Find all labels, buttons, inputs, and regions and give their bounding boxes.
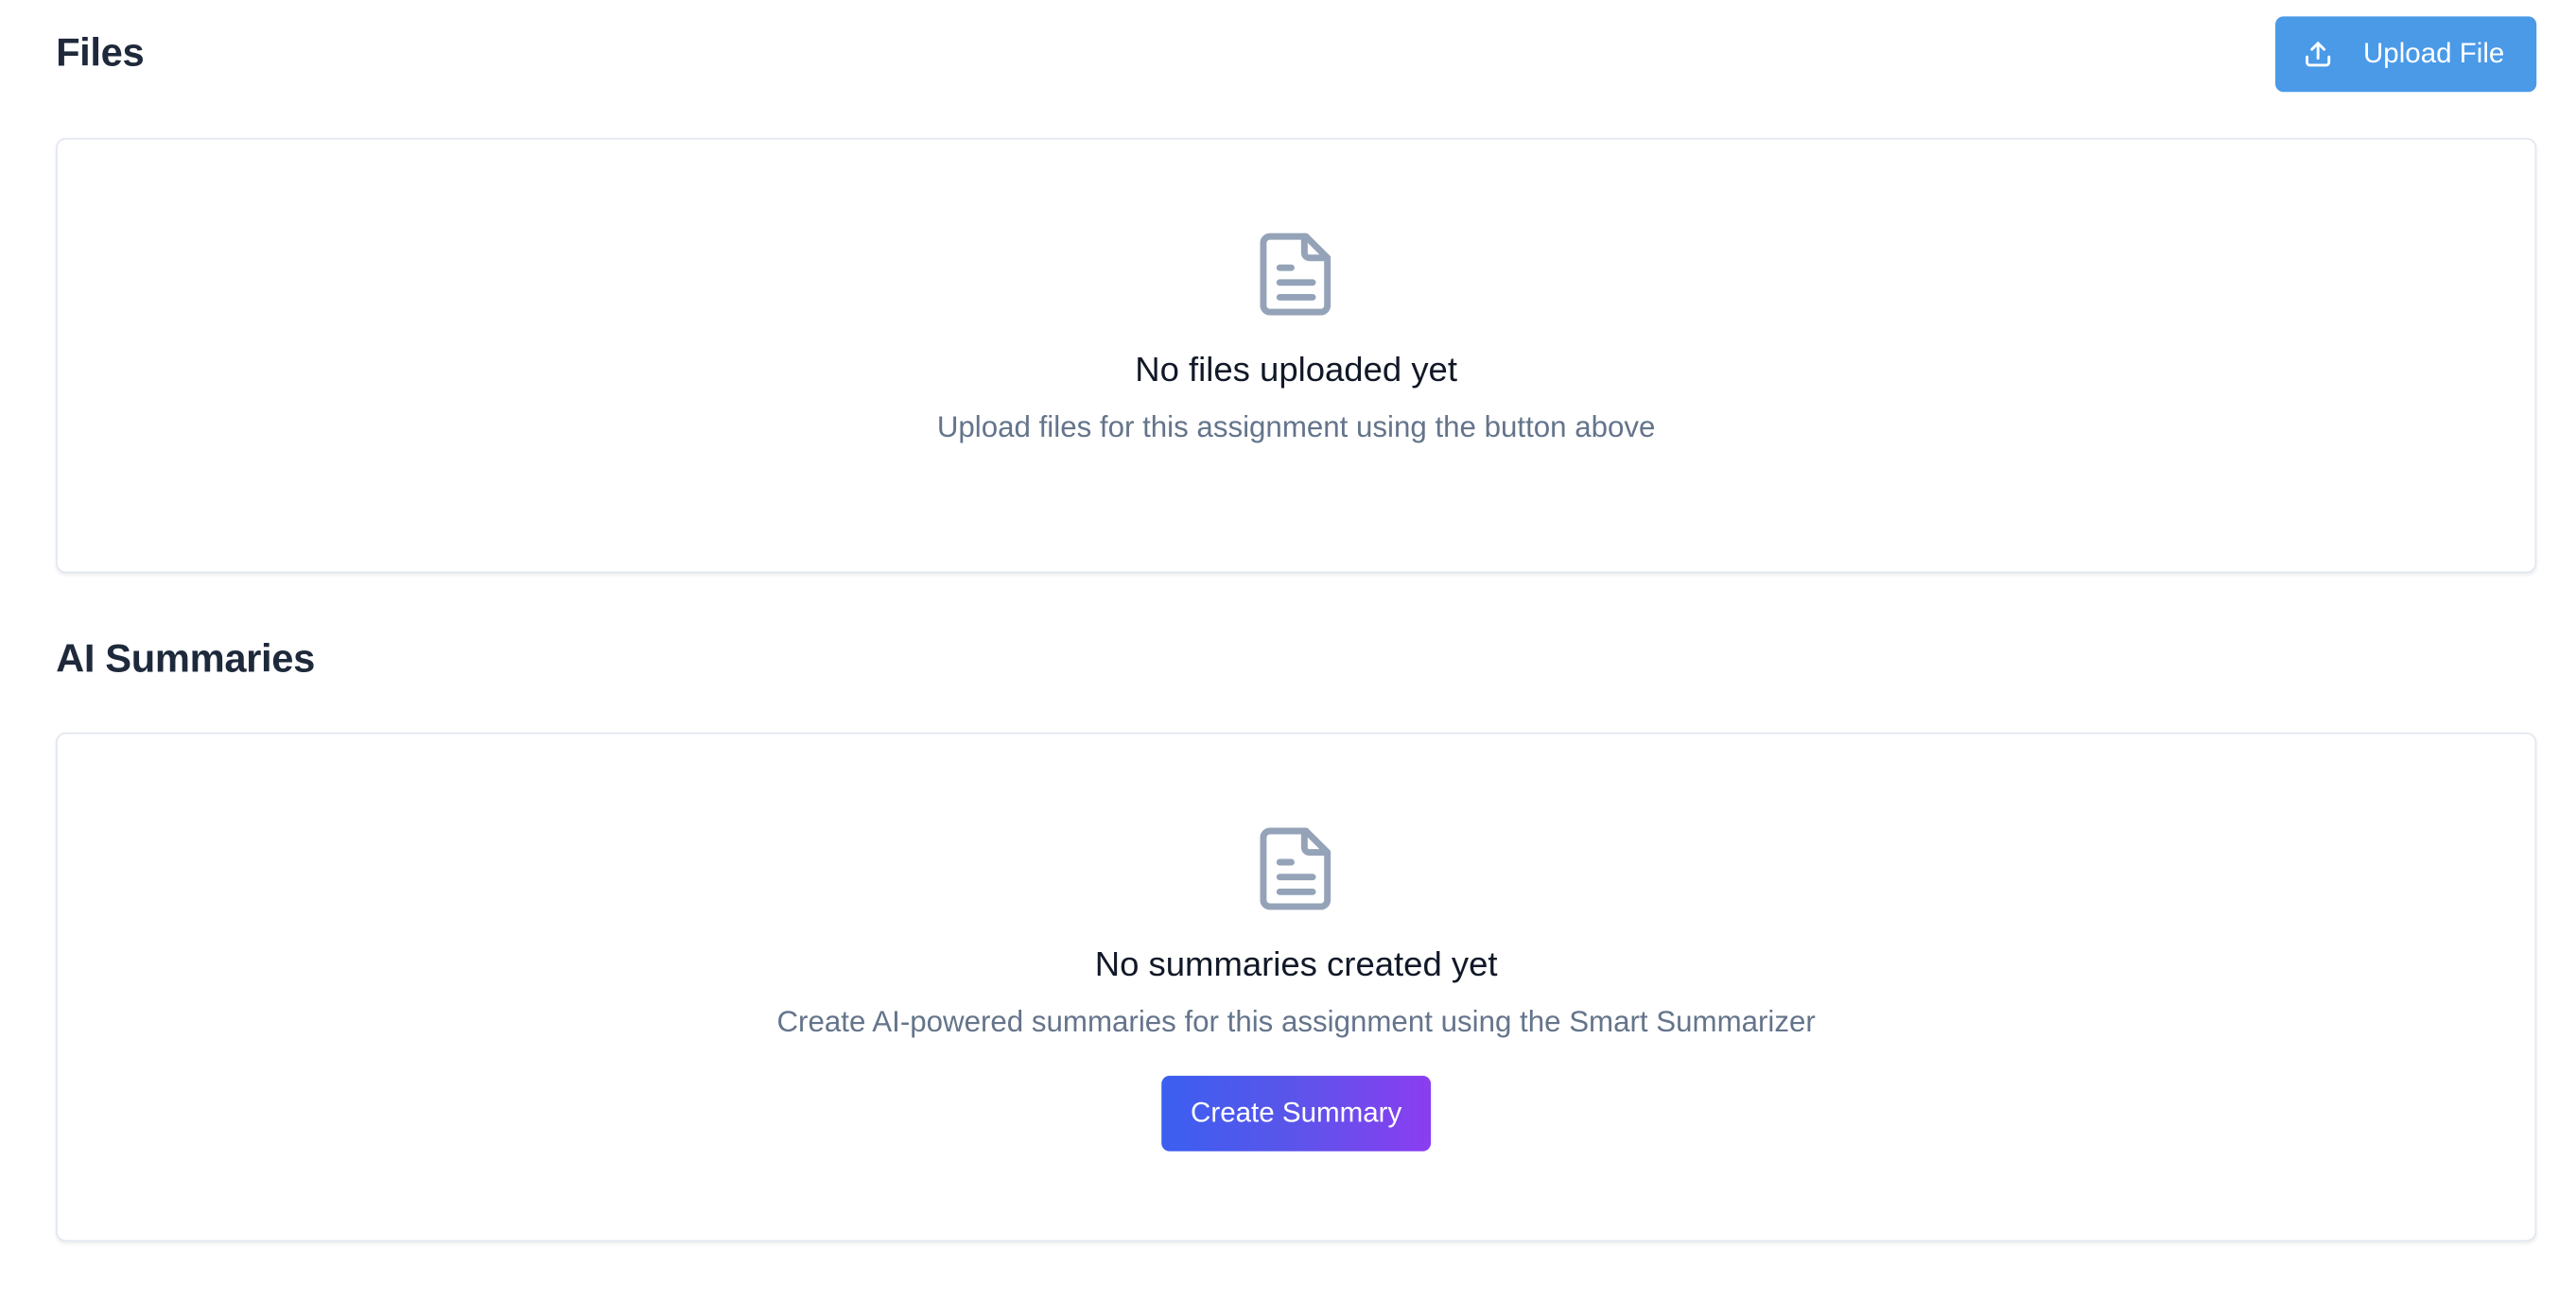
- ai-summaries-empty-state: No summaries created yet Create AI-power…: [56, 732, 2537, 1242]
- assignment-resources-page: Files Upload File No files uploaded yet …: [0, 0, 2576, 1314]
- files-section-header: Files Upload File: [56, 16, 2537, 93]
- ai-summaries-empty-description: Create AI-powered summaries for this ass…: [776, 1005, 1816, 1038]
- ai-summaries-empty-title: No summaries created yet: [1094, 945, 1498, 984]
- files-title: Files: [56, 31, 145, 76]
- files-empty-description: Upload files for this assignment using t…: [936, 410, 1656, 444]
- document-icon: [1260, 827, 1332, 910]
- create-summary-button[interactable]: Create Summary: [1161, 1075, 1432, 1152]
- upload-icon: [2301, 38, 2334, 71]
- upload-file-button-label: Upload File: [2362, 37, 2505, 69]
- ai-summaries-title: AI Summaries: [56, 637, 315, 682]
- ai-summaries-section-header: AI Summaries: [56, 624, 2536, 696]
- files-empty-title: No files uploaded yet: [1135, 351, 1458, 390]
- files-empty-state: No files uploaded yet Upload files for t…: [56, 137, 2537, 574]
- upload-file-button[interactable]: Upload File: [2275, 16, 2537, 93]
- document-icon: [1260, 233, 1332, 316]
